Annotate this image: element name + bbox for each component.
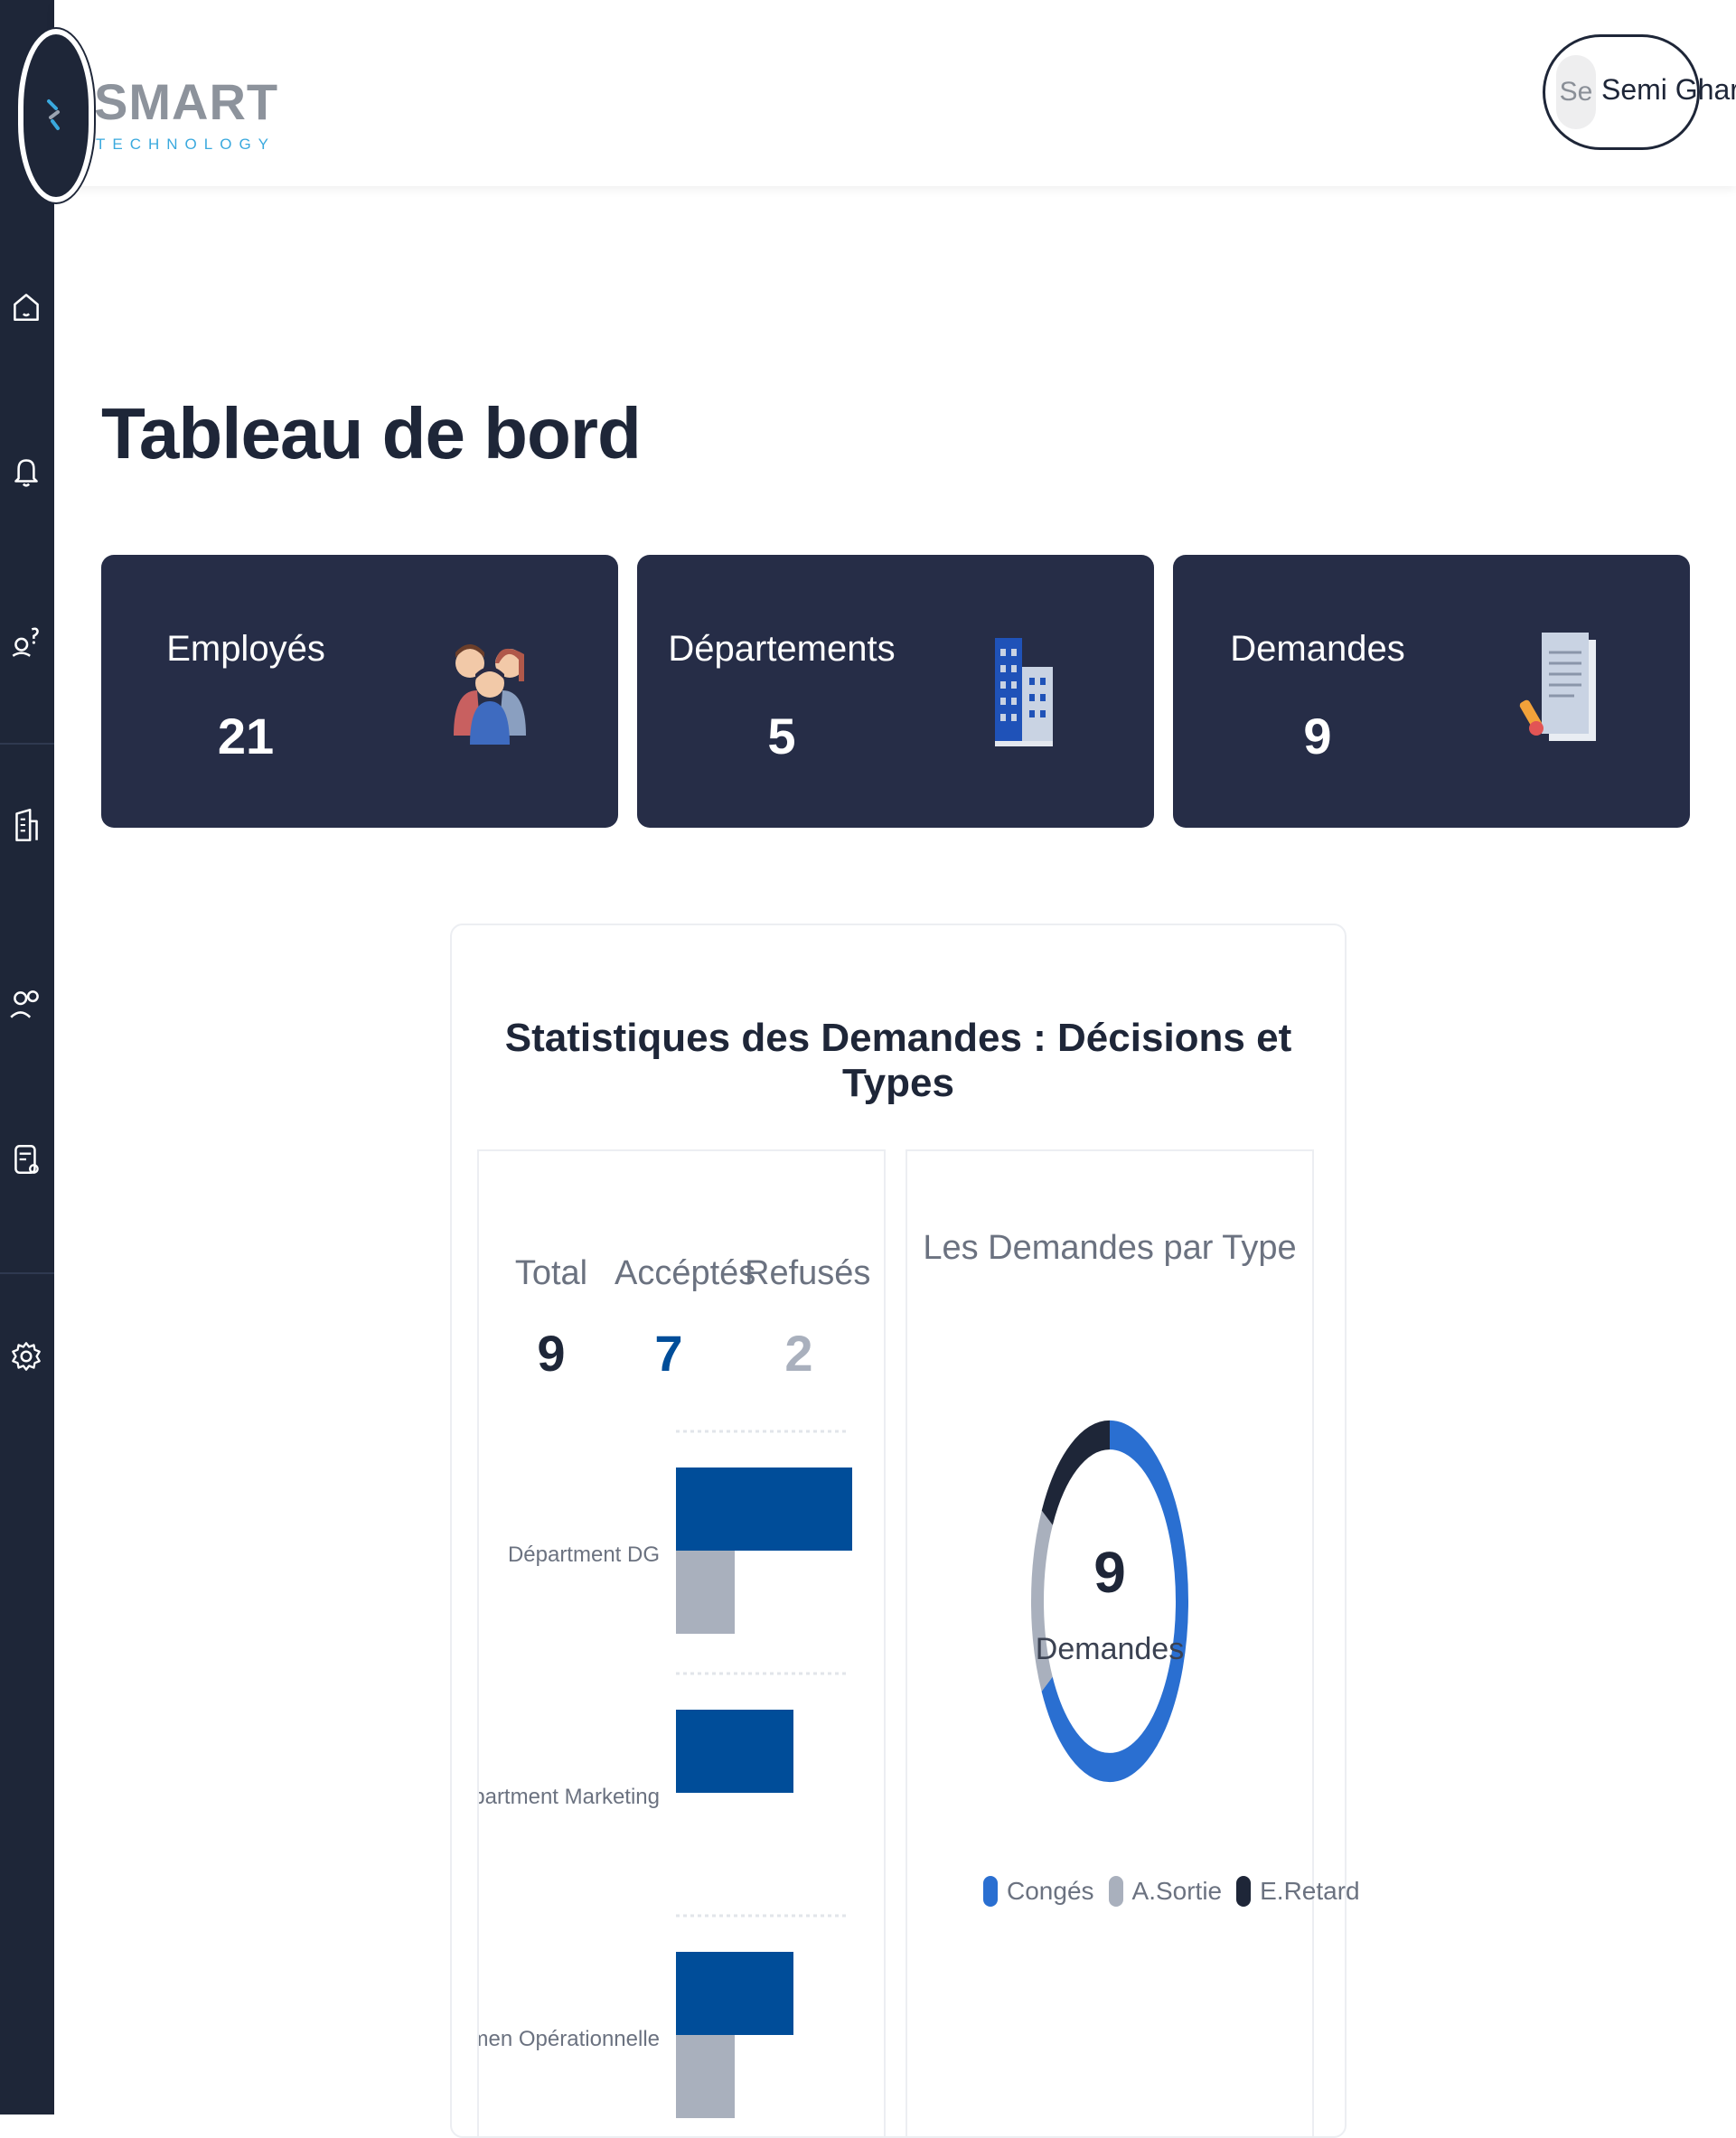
page-title: Tableau de bord [101,392,642,474]
user-menu-button[interactable]: Se Semi Gharbi [1543,34,1736,150]
brand-tagline: TECHNOLOGY [96,136,277,153]
gear-icon[interactable] [7,1337,45,1375]
legend-swatch [1108,1876,1123,1907]
request-icon[interactable] [7,1140,45,1178]
stats-title: Statistiques des Demandes : Décisions et… [504,1016,1292,1105]
bar-refused[interactable] [676,1551,735,1634]
category-label: Départment Marketing [479,1785,660,1809]
donut-center-label: Demandes [1036,1632,1184,1666]
card-departments[interactable]: Départements 5 [637,555,1154,828]
card-label: Départements [668,629,896,669]
legend-item[interactable]: Congés [983,1876,1094,1907]
users-icon[interactable] [7,985,45,1023]
card-value: 9 [1303,708,1332,764]
bell-icon[interactable] [7,452,45,490]
card-label: Demandes [1230,629,1405,669]
document-icon [1519,633,1596,741]
bar-refused[interactable] [676,2035,735,2118]
bar-accepted[interactable] [676,1952,793,2035]
home-icon[interactable] [7,287,45,325]
card-label: Employés [166,629,325,669]
logo-mark-icon [47,99,60,130]
bar-accepted[interactable] [676,1468,852,1551]
card-employees[interactable]: Employés 21 [101,555,618,828]
category-label: Départment DG [508,1543,660,1567]
card-requests[interactable]: Demandes 9 [1173,555,1690,828]
legend-label: E.Retard [1260,1877,1360,1905]
legend-swatch [1236,1876,1252,1907]
donut-center-value: 9 [1093,1540,1126,1605]
building-icon [995,638,1053,746]
decisions-bar-chart: Départment DG Départment Marketing Départm… [479,1430,852,2118]
card-value: 5 [767,708,796,764]
types-card: Les Demandes par Type 9 Demandes Congés A… [906,1149,1360,2138]
legend-label: A.Sortie [1131,1877,1223,1905]
user-name: Semi Gharbi [1601,73,1736,106]
logo[interactable] [18,29,94,202]
brand-name: SMART [94,73,279,130]
types-donut-chart: 9 Demandes [1031,1420,1188,1783]
category-label: Départmen Opérationnelle [479,2027,660,2051]
legend-swatch [983,1876,998,1907]
legend-item[interactable]: E.Retard [1236,1876,1360,1907]
legend-label: Congés [1007,1877,1094,1905]
sidebar [0,0,54,2115]
user-question-icon[interactable] [7,622,45,660]
building-nav-icon[interactable] [7,806,45,844]
employees-icon [454,644,526,745]
legend-item[interactable]: A.Sortie [1108,1876,1223,1907]
bar-accepted[interactable] [676,1710,793,1793]
avatar: Se [1556,55,1596,129]
top-header: SMART TECHNOLOGY Se Semi Gharbi [54,0,1736,186]
decisions-card: Total 9 Accéptés 7 Refusés 2 Départment … [477,1149,886,2138]
stats-panel: Statistiques des Demandes : Décisions et… [450,924,1360,2138]
card-value: 21 [217,708,275,764]
donut-legend: Congés A.Sortie E.Retard [983,1876,1375,1907]
